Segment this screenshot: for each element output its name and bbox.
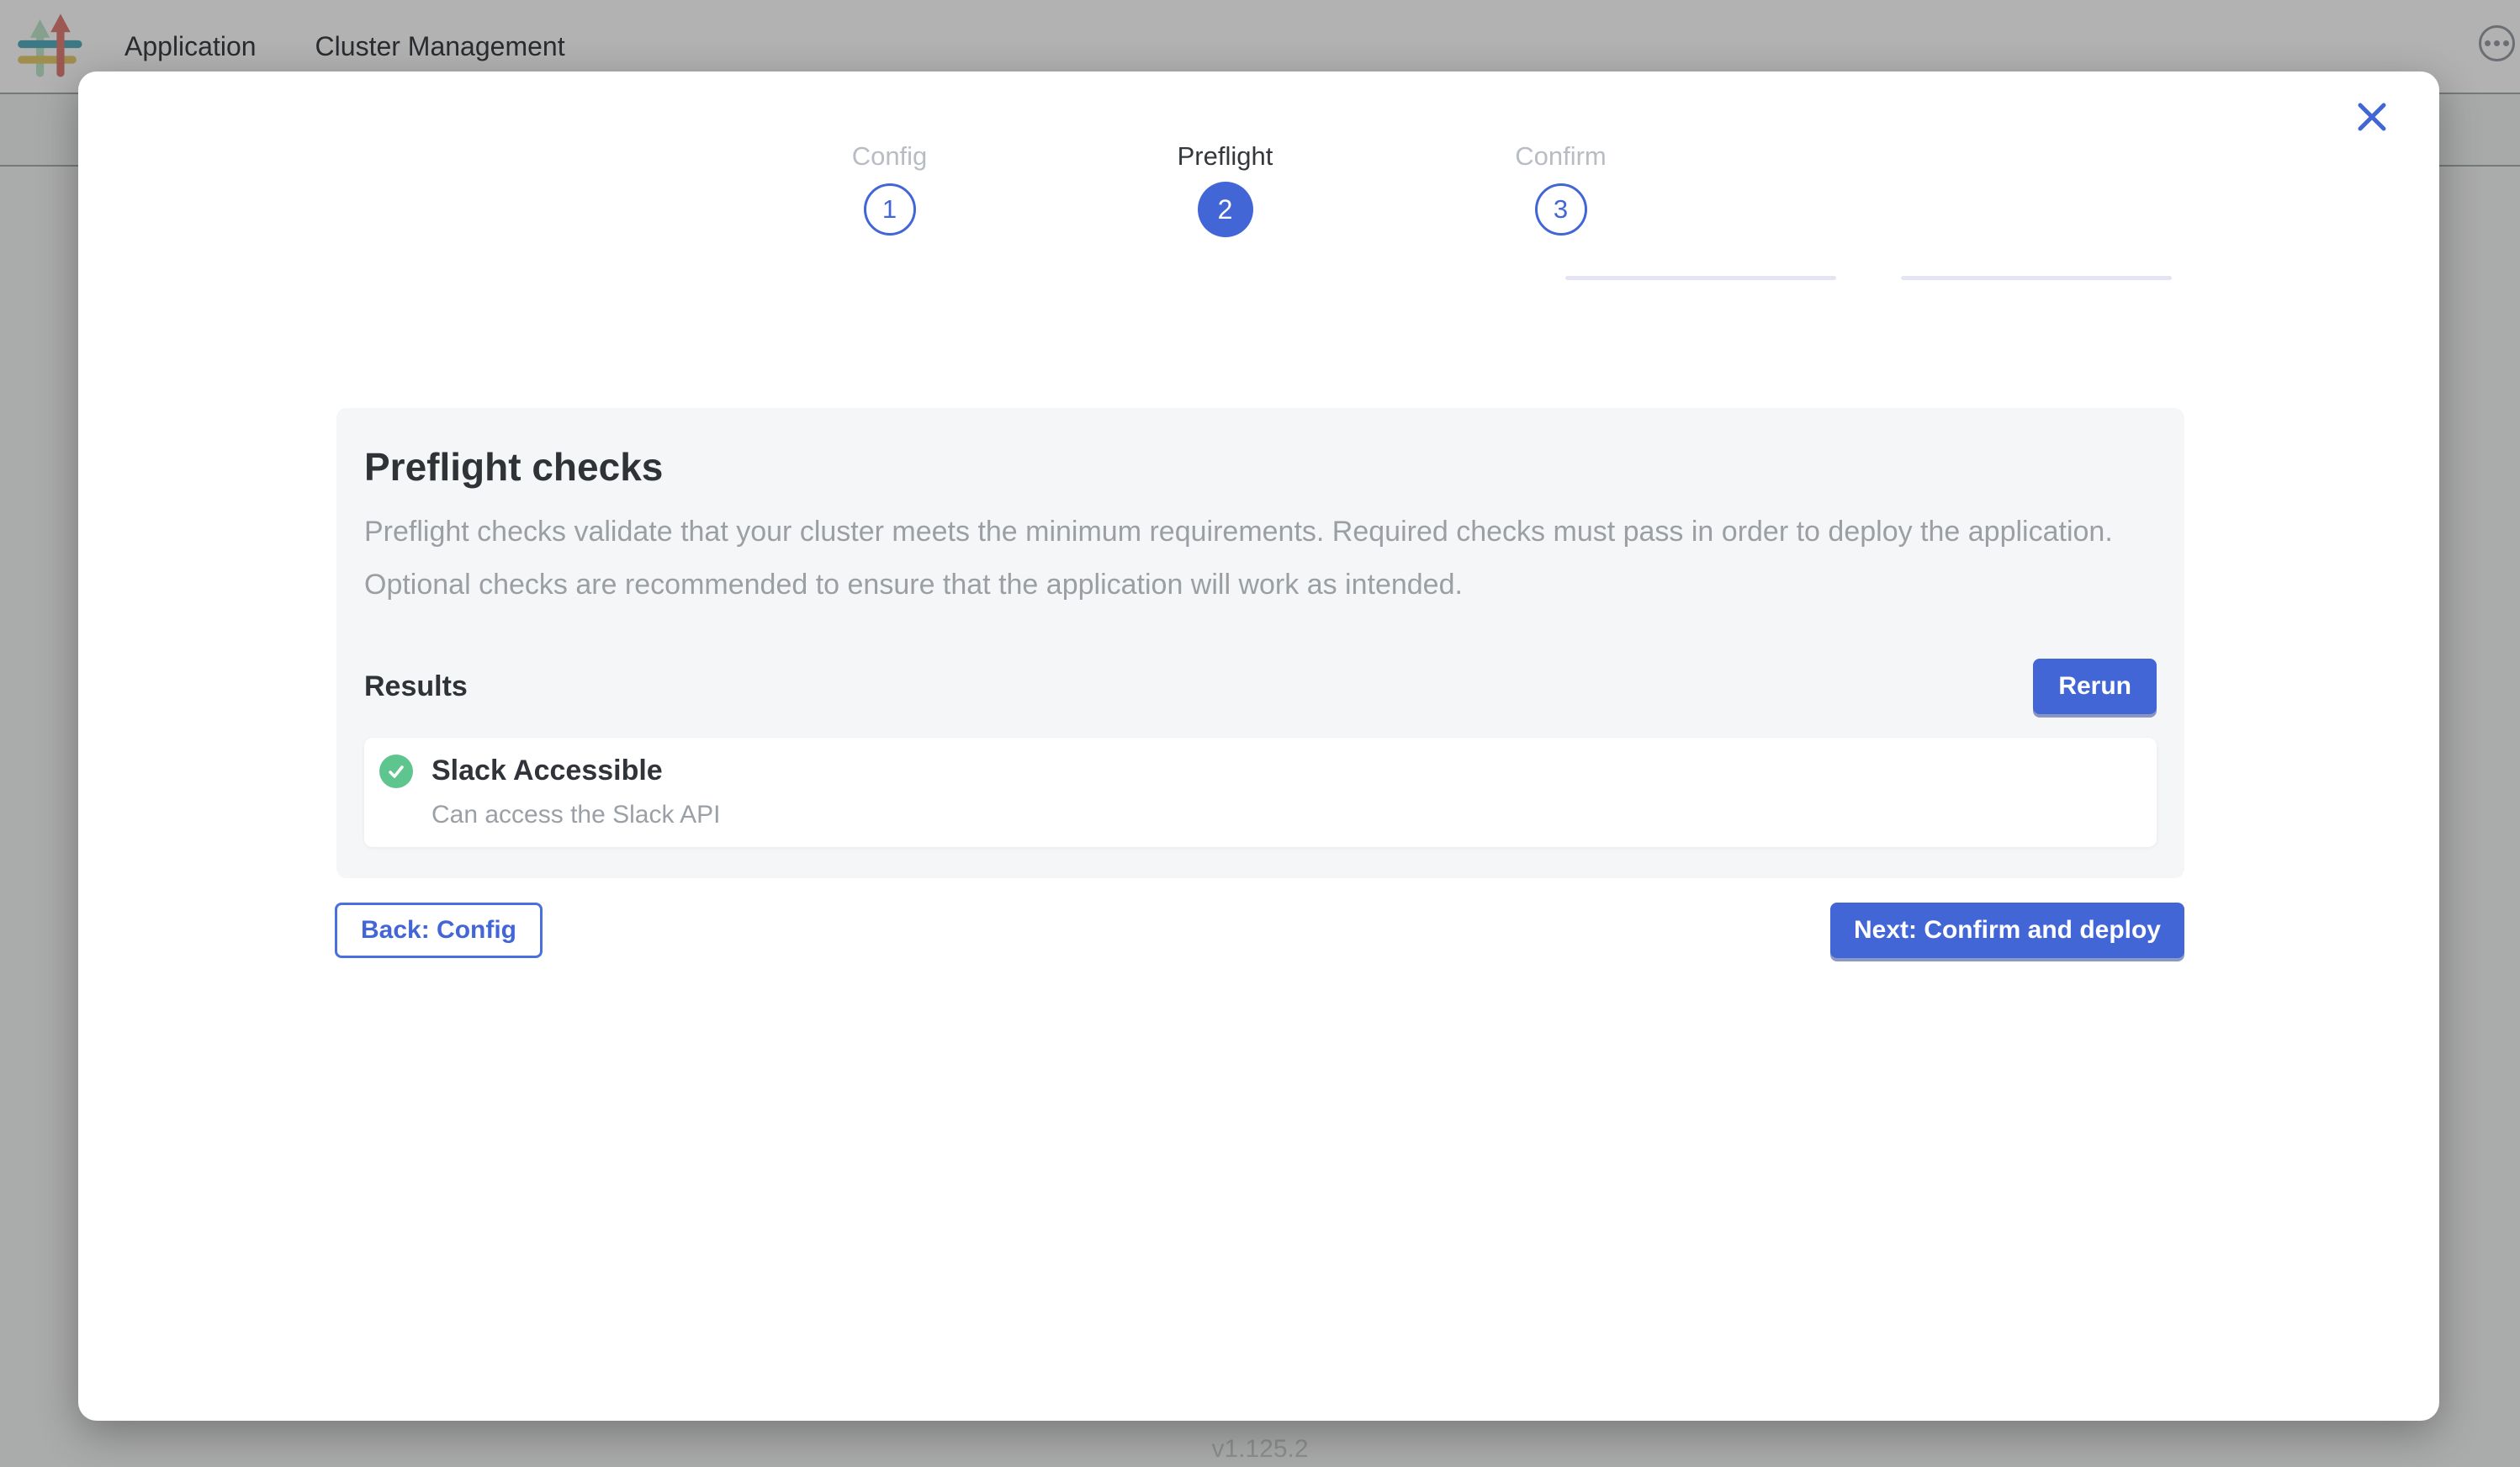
results-header-row: Results Rerun <box>364 657 2157 716</box>
check-icon <box>379 755 413 788</box>
result-row: Slack Accessible <box>379 753 2133 788</box>
step-label: Confirm <box>1515 140 1607 172</box>
stepper: Config 1 Preflight 2 Confirm 3 <box>722 140 1729 239</box>
step-label: Config <box>852 140 928 172</box>
result-detail: Can access the Slack API <box>431 800 2133 830</box>
step-circle: 2 <box>1198 182 1253 237</box>
screen: Application Cluster Management v1.125.2 … <box>0 0 2520 1467</box>
panel-description: Preflight checks validate that your clus… <box>364 506 2157 612</box>
results-title: Results <box>364 670 468 703</box>
rerun-button[interactable]: Rerun <box>2033 659 2157 714</box>
step-connector <box>1901 276 2172 280</box>
preflight-modal: Config 1 Preflight 2 Confirm 3 Preflight… <box>78 71 2439 1421</box>
step-circle: 3 <box>1535 183 1587 236</box>
step-label: Preflight <box>1178 140 1273 172</box>
panel-title: Preflight checks <box>364 445 2157 489</box>
step-preflight: Preflight 2 <box>1057 140 1393 239</box>
close-icon <box>2357 102 2387 132</box>
step-confirm: Confirm 3 <box>1393 140 1729 239</box>
step-circle: 1 <box>864 183 916 236</box>
back-button[interactable]: Back: Config <box>335 903 543 958</box>
step-connector <box>1565 276 1836 280</box>
step-config: Config 1 <box>722 140 1057 239</box>
preflight-result-card: Slack Accessible Can access the Slack AP… <box>364 738 2157 847</box>
close-button[interactable] <box>2348 93 2396 140</box>
preflight-panel: Preflight checks Preflight checks valida… <box>336 408 2184 878</box>
result-title: Slack Accessible <box>431 753 663 788</box>
next-button[interactable]: Next: Confirm and deploy <box>1830 903 2184 958</box>
